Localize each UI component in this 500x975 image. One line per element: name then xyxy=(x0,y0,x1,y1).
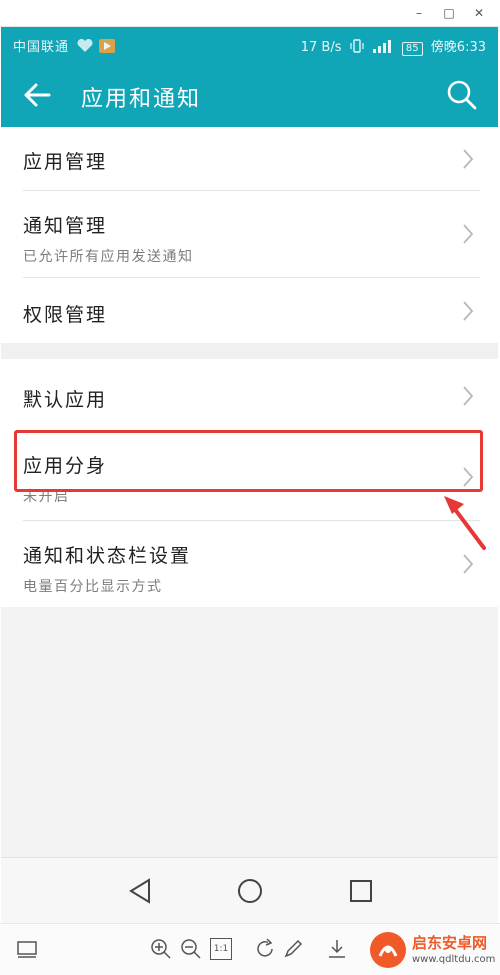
item-title: 应用管理 xyxy=(23,151,108,173)
list-item-notification-status-bar[interactable]: 通知和状态栏设置 电量百分比显示方式 xyxy=(23,521,480,607)
chevron-right-icon xyxy=(463,300,474,321)
chevron-right-icon xyxy=(463,385,474,406)
edit-pen-icon[interactable] xyxy=(282,938,304,960)
item-title: 通知和状态栏设置 xyxy=(23,545,192,567)
settings-group-1: 应用管理 通知管理 已允许所有应用发送通知 权限管理 xyxy=(1,127,498,343)
watermark-logo: 启东安卓网 www.qdltdu.com xyxy=(368,928,496,972)
chevron-right-icon xyxy=(463,554,474,574)
app-bar: 应用和通知 xyxy=(1,63,498,127)
status-bar: 中国联通 17 B/s 85 傍晚6:33 xyxy=(1,27,498,63)
status-right: 17 B/s 85 傍晚6:33 xyxy=(301,36,486,56)
logo-text: 启东安卓网 xyxy=(412,934,488,952)
network-speed: 17 B/s xyxy=(300,40,342,55)
minimize-icon[interactable]: – xyxy=(408,3,430,23)
nav-back-icon[interactable] xyxy=(123,874,157,908)
zoom-in-icon[interactable] xyxy=(150,938,172,960)
list-item-permission-management[interactable]: 权限管理 xyxy=(23,278,480,343)
window-titlebar: – □ ✕ xyxy=(0,0,500,27)
annotation-arrow-icon xyxy=(444,496,486,550)
back-arrow-icon[interactable] xyxy=(19,77,59,113)
logo-icon xyxy=(370,932,406,968)
logo-url: www.qdltdu.com xyxy=(412,954,496,965)
item-subtitle: 已允许所有应用发送通知 xyxy=(23,249,194,265)
health-icon xyxy=(77,38,93,52)
chevron-right-icon xyxy=(463,148,474,169)
nav-home-icon[interactable] xyxy=(233,874,267,908)
item-subtitle: 电量百分比显示方式 xyxy=(23,579,163,595)
page-title: 应用和通知 xyxy=(81,87,202,112)
settings-list: 应用管理 通知管理 已允许所有应用发送通知 权限管理 默认应用 应用分身 未开启 xyxy=(1,127,498,607)
fit-screen-icon[interactable] xyxy=(16,938,38,960)
close-icon[interactable]: ✕ xyxy=(468,3,490,23)
actual-size-label: 1:1 xyxy=(213,944,229,954)
media-icon xyxy=(99,39,116,53)
battery-icon: 85 xyxy=(401,42,423,56)
nav-recents-icon[interactable] xyxy=(344,874,378,908)
clock: 傍晚6:33 xyxy=(430,40,486,55)
rotate-icon[interactable] xyxy=(254,938,276,960)
actual-size-button[interactable]: 1:1 xyxy=(210,938,232,960)
download-icon[interactable] xyxy=(326,938,348,960)
highlight-box xyxy=(14,430,483,492)
signal-icon xyxy=(372,40,391,53)
vibrate-icon xyxy=(350,39,364,53)
maximize-icon[interactable]: □ xyxy=(438,3,460,23)
viewer-toolbar: 1:1 启东安卓网 www.qdltdu.com xyxy=(0,923,500,975)
carrier-label: 中国联通 xyxy=(13,36,116,55)
zoom-out-icon[interactable] xyxy=(180,938,202,960)
item-title: 通知管理 xyxy=(23,215,108,237)
list-item-notification-management[interactable]: 通知管理 已允许所有应用发送通知 xyxy=(23,191,480,278)
chevron-right-icon xyxy=(463,224,474,244)
battery-level: 85 xyxy=(405,43,419,54)
list-item-default-apps[interactable]: 默认应用 xyxy=(23,359,480,433)
group-separator xyxy=(1,343,498,359)
item-title: 默认应用 xyxy=(23,389,108,411)
search-icon[interactable] xyxy=(446,79,478,111)
system-nav-bar xyxy=(1,857,498,923)
list-item-app-management[interactable]: 应用管理 xyxy=(23,127,480,191)
item-title: 权限管理 xyxy=(23,304,108,326)
